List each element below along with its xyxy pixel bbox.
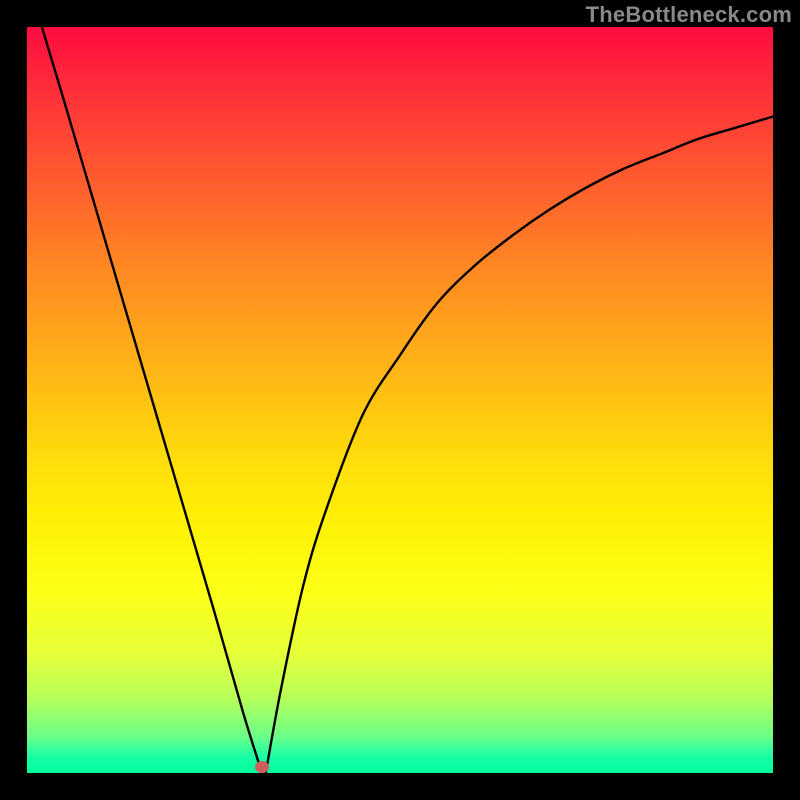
chart-frame: TheBottleneck.com [0, 0, 800, 800]
watermark-text: TheBottleneck.com [586, 2, 792, 28]
bottleneck-curve [27, 27, 773, 773]
minimum-marker [255, 761, 269, 773]
